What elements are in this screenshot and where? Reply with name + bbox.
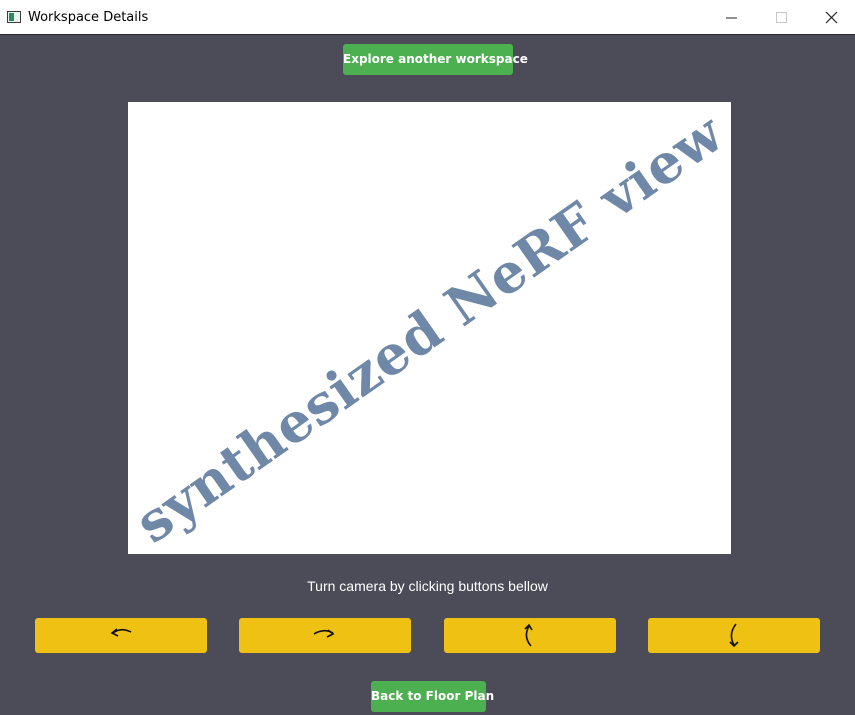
minimize-button[interactable] [708,0,754,35]
maximize-icon [776,12,787,23]
minimize-icon [726,17,737,19]
maximize-button[interactable] [758,0,804,35]
back-to-floor-plan-button[interactable]: Back to Floor Plan [371,681,494,712]
window-title: Workspace Details [28,10,149,25]
turn-right-button[interactable] [239,618,411,653]
tilt-up-button[interactable] [444,618,616,653]
turn-left-button[interactable] [35,618,207,653]
camera-instruction: Turn camera by clicking buttons bellow [307,578,548,594]
nerf-view-panel: synthesized NeRF view [128,102,731,554]
close-button[interactable] [808,0,854,35]
explore-another-workspace-button[interactable]: Explore another workspace [343,44,528,75]
window-app-icon [7,11,21,23]
view-watermark: synthesized NeRF view [128,102,731,554]
workspace-details-window: Workspace Details Explore another worksp… [0,0,855,715]
tilt-down-button[interactable] [648,618,820,653]
close-icon [825,11,838,24]
tilt-up-icon [524,623,533,647]
rotate-left-icon [110,628,132,637]
title-bar: Workspace Details [0,0,855,35]
rotate-right-icon [313,629,335,638]
tilt-down-icon [729,623,739,648]
